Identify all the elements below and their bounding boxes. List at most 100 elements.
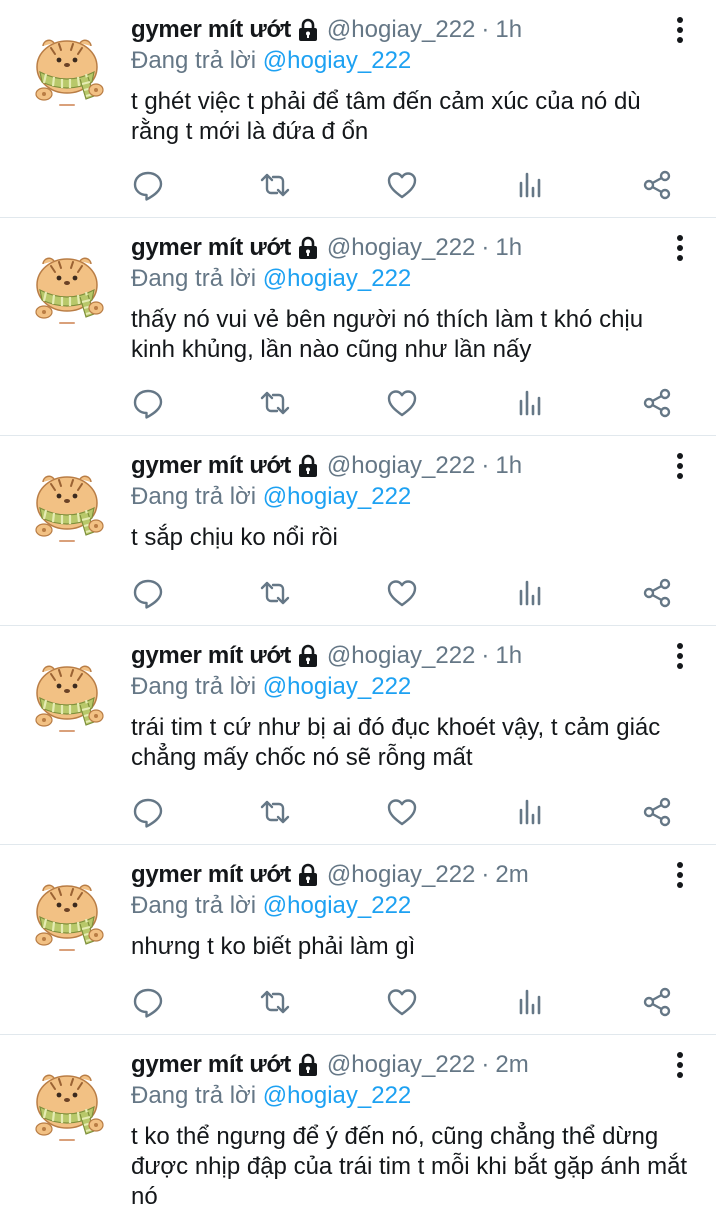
retweet-button[interactable] <box>258 168 292 202</box>
replying-to-mention[interactable]: @hogiay_222 <box>263 47 411 74</box>
retweet-button[interactable] <box>258 795 292 829</box>
lock-icon <box>297 644 319 668</box>
timestamp[interactable]: 2m <box>495 859 528 891</box>
replying-to-label: Đang trả lời <box>131 673 263 700</box>
timestamp[interactable]: 1h <box>495 232 522 264</box>
display-name[interactable]: gymer mít ướt <box>131 859 291 891</box>
analytics-bars-icon <box>513 795 547 829</box>
like-button[interactable] <box>385 985 419 1019</box>
like-button[interactable] <box>385 795 419 829</box>
reply-button[interactable] <box>131 386 165 420</box>
display-name[interactable]: gymer mít ướt <box>131 1049 291 1081</box>
more-vertical-icon[interactable] <box>672 15 688 45</box>
user-handle[interactable]: @hogiay_222 <box>327 14 475 46</box>
timestamp[interactable]: 2m <box>495 1049 528 1081</box>
tweet[interactable]: gymer mít ướt @hogiay_222 · 1h Đang trả … <box>0 626 716 845</box>
tweet-actions <box>0 168 716 202</box>
retweet-button[interactable] <box>258 576 292 610</box>
replying-to-mention[interactable]: @hogiay_222 <box>263 265 411 292</box>
user-handle[interactable]: @hogiay_222 <box>327 232 475 264</box>
lock-icon <box>297 454 319 478</box>
share-button[interactable] <box>640 386 674 420</box>
user-handle[interactable]: @hogiay_222 <box>327 640 475 672</box>
share-button[interactable] <box>640 985 674 1019</box>
timestamp[interactable]: 1h <box>495 450 522 482</box>
replying-to-label: Đang trả lời <box>131 1082 263 1109</box>
tweet-actions <box>0 985 716 1019</box>
retweet-icon <box>258 576 292 610</box>
heart-icon <box>385 168 419 202</box>
more-vertical-icon[interactable] <box>672 860 688 890</box>
tweet[interactable]: gymer mít ướt @hogiay_222 · 1h Đang trả … <box>0 218 716 436</box>
avatar[interactable] <box>24 648 110 734</box>
timestamp[interactable]: 1h <box>495 14 522 46</box>
analytics-bars-icon <box>513 168 547 202</box>
user-handle[interactable]: @hogiay_222 <box>327 859 475 891</box>
reply-button[interactable] <box>131 168 165 202</box>
display-name[interactable]: gymer mít ướt <box>131 232 291 264</box>
analytics-button[interactable] <box>513 386 547 420</box>
avatar[interactable] <box>24 1057 110 1143</box>
like-button[interactable] <box>385 168 419 202</box>
replying-to: Đang trả lời @hogiay_222 <box>131 1080 411 1112</box>
share-icon <box>640 795 674 829</box>
lock-icon <box>297 863 319 887</box>
separator: · <box>481 642 490 669</box>
analytics-bars-icon <box>513 985 547 1019</box>
replying-to-label: Đang trả lời <box>131 892 263 919</box>
separator: · <box>481 16 490 43</box>
separator: · <box>481 861 490 888</box>
replying-to-label: Đang trả lời <box>131 265 263 292</box>
separator: · <box>481 234 490 261</box>
reply-bubble-icon <box>131 985 165 1019</box>
more-vertical-icon[interactable] <box>672 233 688 263</box>
reply-button[interactable] <box>131 985 165 1019</box>
replying-to-label: Đang trả lời <box>131 47 263 74</box>
display-name[interactable]: gymer mít ướt <box>131 14 291 46</box>
share-button[interactable] <box>640 795 674 829</box>
reply-bubble-icon <box>131 795 165 829</box>
analytics-bars-icon <box>513 576 547 610</box>
like-button[interactable] <box>385 576 419 610</box>
tweet-text: thấy nó vui vẻ bên người nó thích làm t … <box>131 306 644 363</box>
reply-button[interactable] <box>131 795 165 829</box>
replying-to-mention[interactable]: @hogiay_222 <box>263 1082 411 1109</box>
heart-icon <box>385 386 419 420</box>
share-button[interactable] <box>640 168 674 202</box>
tweet[interactable]: gymer mít ướt @hogiay_222 · 1h Đang trả … <box>0 436 716 626</box>
like-button[interactable] <box>385 386 419 420</box>
tweet-header: gymer mít ướt @hogiay_222 · 1h <box>131 640 522 672</box>
tweet-text: trái tim t cứ như bị ai đó đục khoét vậy… <box>131 714 661 771</box>
reply-button[interactable] <box>131 576 165 610</box>
avatar[interactable] <box>24 240 110 326</box>
retweet-button[interactable] <box>258 386 292 420</box>
replying-to: Đang trả lời @hogiay_222 <box>131 671 411 703</box>
more-vertical-icon[interactable] <box>672 1050 688 1080</box>
analytics-button[interactable] <box>513 168 547 202</box>
avatar[interactable] <box>24 22 110 108</box>
share-icon <box>640 985 674 1019</box>
lock-icon <box>297 18 319 42</box>
analytics-button[interactable] <box>513 985 547 1019</box>
avatar[interactable] <box>24 867 110 953</box>
replying-to-mention[interactable]: @hogiay_222 <box>263 892 411 919</box>
retweet-icon <box>258 985 292 1019</box>
retweet-button[interactable] <box>258 985 292 1019</box>
more-vertical-icon[interactable] <box>672 641 688 671</box>
timestamp[interactable]: 1h <box>495 640 522 672</box>
tweet[interactable]: gymer mít ướt @hogiay_222 · 2m Đang trả … <box>0 845 716 1035</box>
analytics-button[interactable] <box>513 576 547 610</box>
tweet[interactable]: gymer mít ướt @hogiay_222 · 2m Đang trả … <box>0 1035 716 1232</box>
display-name[interactable]: gymer mít ướt <box>131 450 291 482</box>
replying-to-mention[interactable]: @hogiay_222 <box>263 483 411 510</box>
replying-to-mention[interactable]: @hogiay_222 <box>263 673 411 700</box>
more-vertical-icon[interactable] <box>672 451 688 481</box>
analytics-button[interactable] <box>513 795 547 829</box>
user-handle[interactable]: @hogiay_222 <box>327 1049 475 1081</box>
share-button[interactable] <box>640 576 674 610</box>
display-name[interactable]: gymer mít ướt <box>131 640 291 672</box>
tweet[interactable]: gymer mít ướt @hogiay_222 · 1h Đang trả … <box>0 0 716 218</box>
avatar[interactable] <box>24 458 110 544</box>
lock-icon <box>297 1053 319 1077</box>
user-handle[interactable]: @hogiay_222 <box>327 450 475 482</box>
